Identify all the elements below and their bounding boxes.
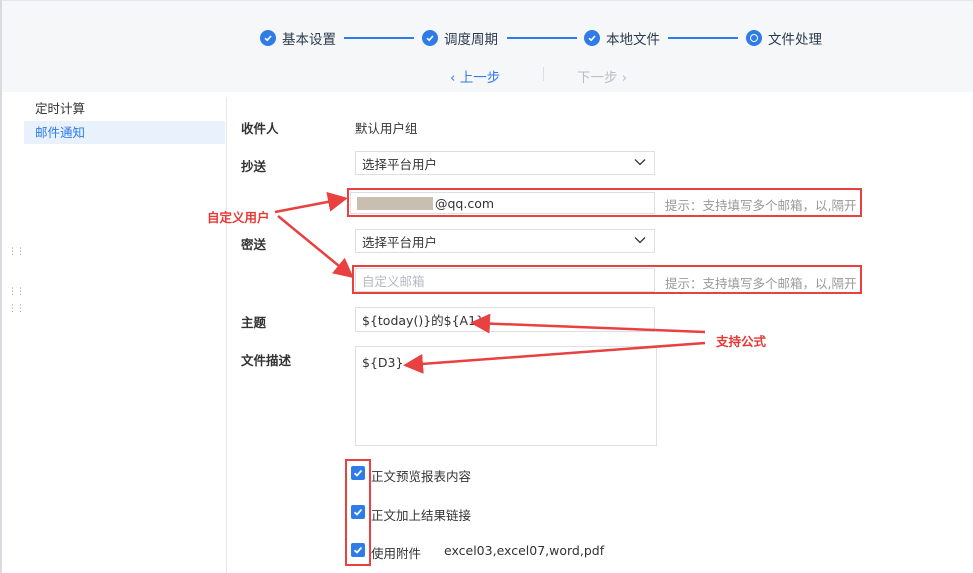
panel-divider bbox=[226, 97, 227, 573]
step-label: 基本设置 bbox=[282, 32, 336, 48]
description-textarea[interactable]: ${D3} bbox=[355, 346, 657, 446]
description-label: 文件描述 bbox=[241, 353, 292, 368]
cc-label: 抄送 bbox=[241, 159, 267, 174]
step-local-file[interactable]: 本地文件 bbox=[584, 29, 660, 48]
step-schedule[interactable]: 调度周期 bbox=[422, 29, 498, 48]
chevron-left-icon: ‹ bbox=[450, 70, 460, 86]
chevron-right-icon: › bbox=[617, 70, 628, 86]
check-circle-icon bbox=[260, 30, 276, 46]
current-step-icon bbox=[746, 30, 762, 46]
nav-divider bbox=[543, 67, 544, 81]
left-border bbox=[0, 0, 2, 573]
checkbox-label: 使用附件 bbox=[371, 546, 422, 561]
step-connector bbox=[344, 37, 414, 39]
bcc-user-select[interactable]: 选择平台用户 bbox=[355, 229, 655, 253]
sidebar-item-scheduled-calc[interactable]: 定时计算 bbox=[24, 97, 225, 120]
checkbox-label: 正文预览报表内容 bbox=[371, 469, 472, 484]
bcc-label: 密送 bbox=[241, 237, 267, 252]
sidebar: 定时计算 邮件通知 bbox=[16, 97, 226, 573]
subject-input[interactable]: ${today()}的${A1} bbox=[355, 307, 655, 332]
annotation-custom-user: 自定义用户 bbox=[207, 210, 270, 225]
arrow-to-cc bbox=[274, 191, 348, 214]
annotation-box-bcc bbox=[352, 265, 862, 294]
step-file-processing[interactable]: 文件处理 bbox=[746, 29, 822, 48]
recipient-label: 收件人 bbox=[241, 121, 279, 136]
annotation-box-cc bbox=[347, 188, 862, 217]
attachment-types: excel03,excel07,word,pdf bbox=[444, 543, 605, 558]
step-connector bbox=[668, 37, 738, 39]
step-connector bbox=[507, 37, 577, 39]
checkbox-label: 正文加上结果链接 bbox=[371, 508, 472, 523]
prev-step-button[interactable]: ‹ 上一步 bbox=[450, 66, 500, 86]
arrow-to-bcc bbox=[277, 215, 354, 279]
annotation-box-checkboxes bbox=[345, 459, 371, 566]
step-basic-settings[interactable]: 基本设置 bbox=[260, 29, 336, 48]
check-circle-icon bbox=[584, 30, 600, 46]
chevron-down-icon bbox=[634, 237, 646, 244]
subject-label: 主题 bbox=[241, 315, 267, 330]
step-label: 本地文件 bbox=[606, 32, 660, 48]
step-label: 调度周期 bbox=[444, 32, 498, 48]
recipient-value: 默认用户组 bbox=[355, 121, 418, 136]
step-label: 文件处理 bbox=[768, 32, 822, 48]
annotation-formula-support: 支持公式 bbox=[716, 334, 767, 349]
next-step-button[interactable]: 下一步 › bbox=[577, 66, 627, 86]
sidebar-item-email-notify[interactable]: 邮件通知 bbox=[24, 121, 225, 144]
cc-user-select[interactable]: 选择平台用户 bbox=[355, 151, 655, 175]
chevron-down-icon bbox=[634, 159, 646, 166]
check-circle-icon bbox=[422, 30, 438, 46]
